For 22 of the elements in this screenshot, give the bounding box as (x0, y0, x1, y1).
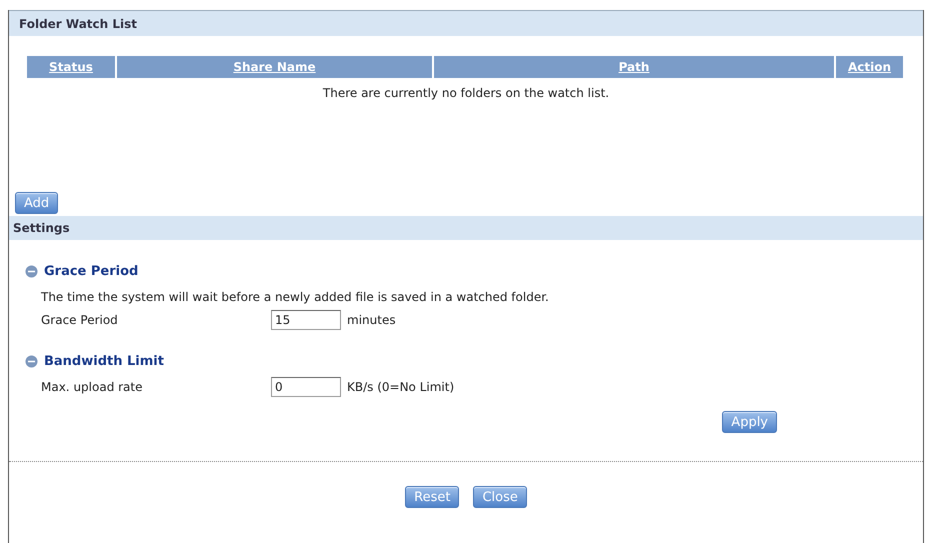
section-title: Folder Watch List (19, 16, 138, 32)
reset-button[interactable]: Reset (405, 486, 460, 508)
unit-label: minutes (347, 312, 396, 328)
close-button[interactable]: Close (473, 486, 527, 508)
section-title: Settings (13, 220, 70, 237)
column-header[interactable]: Status (27, 56, 117, 78)
field-label: Grace Period (41, 312, 119, 328)
empty-message: There are currently no folders on the watch list. (322, 85, 610, 102)
input-field[interactable]: 15 (271, 310, 341, 330)
column-header[interactable]: Action (836, 56, 905, 78)
column-header[interactable]: Path (434, 56, 836, 78)
collapse-icon[interactable] (25, 265, 38, 278)
unit-label: KB/s (0=No Limit) (347, 379, 454, 396)
subsection-title: Bandwidth Limit (44, 352, 164, 370)
apply-button[interactable]: Apply (722, 411, 777, 433)
column-header[interactable]: Share Name (117, 56, 434, 78)
description-text: The time the system will wait before a newly added file is saved in a watched folder. (41, 288, 550, 306)
collapse-icon[interactable] (25, 354, 38, 368)
add-button[interactable]: Add (15, 192, 58, 214)
field-label: Max. upload rate (41, 379, 144, 396)
input-field[interactable]: 0 (271, 377, 341, 397)
subsection-title: Grace Period (44, 263, 138, 281)
